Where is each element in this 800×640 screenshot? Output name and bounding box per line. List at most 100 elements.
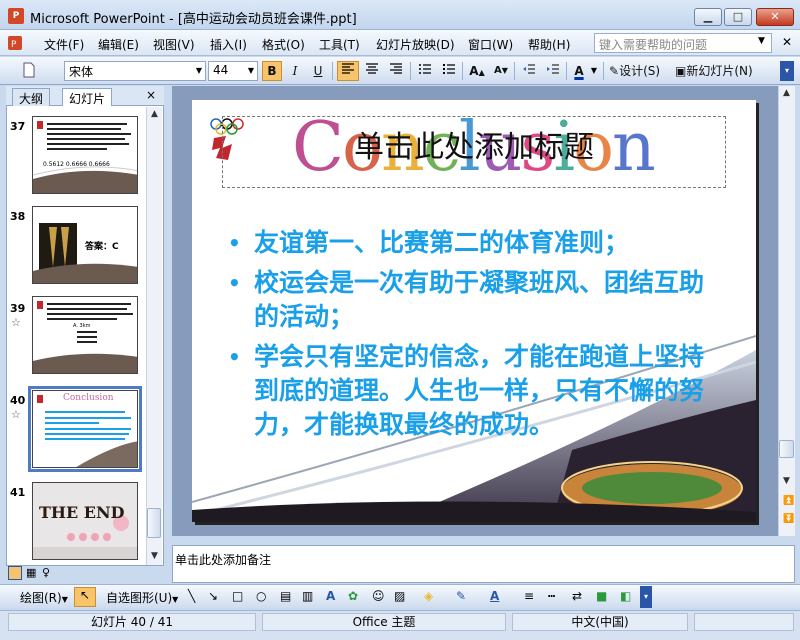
thumbnail-caption: A. 3km	[73, 323, 91, 329]
toolbar-separator	[566, 62, 567, 80]
scroll-up-icon[interactable]: ▲	[151, 109, 158, 119]
fill-color-icon[interactable]: ◈	[424, 589, 433, 603]
slides-pane-scrollbar[interactable]: ▲ ▼	[146, 107, 162, 565]
menu-insert[interactable]: 插入(I)	[210, 36, 247, 53]
bold-button[interactable]: B	[262, 61, 282, 81]
document-icon[interactable]: P	[6, 34, 32, 52]
picture-icon[interactable]: ▨	[394, 589, 405, 603]
draw-label: 绘图(R)	[20, 591, 62, 605]
chevron-down-icon: ▼	[172, 595, 179, 604]
line-color-icon[interactable]: ✎	[456, 589, 466, 603]
scroll-down-icon[interactable]: ▼	[783, 476, 790, 486]
italic-button[interactable]: I	[285, 61, 305, 81]
slide-number: 37	[10, 120, 26, 133]
select-pointer-icon[interactable]: ↖	[74, 587, 96, 607]
oval-tool-icon[interactable]: ○	[256, 589, 266, 603]
previous-slide-icon[interactable]: ⏫	[783, 496, 794, 506]
menu-edit[interactable]: 编辑(E)	[98, 36, 139, 53]
arrow-style-icon[interactable]: ⇄	[572, 589, 582, 603]
font-color-icon[interactable]: A	[490, 589, 499, 603]
next-slide-icon[interactable]: ⏬	[783, 514, 794, 524]
status-slide-position: 幻灯片 40 / 41	[8, 613, 256, 631]
current-slide[interactable]: Conclusion 单击此处添加标题 • 友谊第一、比赛第二的体育准则； • 校运…	[192, 100, 756, 522]
decrease-font-size-icon[interactable]: A▼	[490, 61, 512, 81]
slide-number: 41	[10, 486, 26, 499]
dash-style-icon[interactable]: ┅	[548, 589, 555, 603]
chevron-down-icon: ▼	[61, 595, 68, 604]
increase-font-size-icon[interactable]: A▲	[466, 61, 488, 81]
line-style-icon[interactable]: ≡	[524, 589, 534, 603]
menu-help[interactable]: 帮助(H)	[528, 36, 570, 53]
menu-window[interactable]: 窗口(W)	[468, 36, 513, 53]
bulleted-list-icon[interactable]	[438, 61, 460, 81]
toolbar-separator	[514, 62, 515, 80]
normal-view-icon[interactable]	[8, 566, 22, 580]
rectangle-tool-icon[interactable]: □	[232, 589, 243, 603]
thumbnail-caption: 答案：C	[85, 242, 119, 252]
autoshapes-button[interactable]: 自选图形(U)▼	[106, 589, 178, 606]
vertical-text-box-icon[interactable]: ▥	[302, 589, 313, 603]
new-slide-button[interactable]: ▣新幻灯片(N)	[674, 61, 762, 81]
arrow-tool-icon[interactable]: ↘	[208, 589, 218, 603]
toolbar-separator	[603, 62, 604, 80]
slide-title[interactable]: 单击此处添加标题	[222, 122, 726, 166]
font-size-select[interactable]: 44 ▼	[208, 61, 258, 81]
3d-style-icon[interactable]: ◧	[620, 589, 631, 603]
slide-thumbnail-38[interactable]: 答案：C	[32, 206, 138, 284]
tab-outline[interactable]: 大纲	[12, 88, 51, 106]
close-button[interactable]: ✕	[756, 8, 794, 26]
font-name-select[interactable]: 宋体 ▼	[64, 61, 206, 81]
chevron-down-icon[interactable]: ▼	[758, 36, 765, 46]
menu-file[interactable]: 文件(F)	[44, 36, 84, 53]
document-close-icon[interactable]: ✕	[782, 35, 792, 49]
pane-close-icon[interactable]: ×	[146, 88, 156, 102]
chevron-down-icon[interactable]: ▼	[589, 61, 599, 81]
slide-thumbnail-39[interactable]: A. 3km	[32, 296, 138, 374]
slide-thumbnail-41[interactable]: THE END	[32, 482, 138, 560]
design-button[interactable]: ✎设计(S)	[608, 61, 672, 81]
chevron-down-icon: ▼	[195, 66, 202, 75]
font-color-icon[interactable]: A	[570, 61, 588, 81]
maximize-button[interactable]: □	[724, 8, 752, 26]
slide-sorter-icon[interactable]: ▦	[26, 566, 36, 579]
slide-thumbnail-40[interactable]: Conclusion	[28, 386, 142, 472]
menu-tools[interactable]: 工具(T)	[319, 36, 360, 53]
new-slide-label: 新幻灯片(N)	[686, 64, 753, 78]
text-box-icon[interactable]: ▤	[280, 589, 291, 603]
toolbar-options-icon[interactable]: ▾	[640, 586, 652, 608]
underline-button[interactable]: U	[308, 61, 328, 81]
scroll-up-icon[interactable]: ▲	[783, 88, 790, 98]
shadow-style-icon[interactable]: ■	[596, 589, 607, 603]
minimize-button[interactable]: ▁	[694, 8, 722, 26]
help-search-input[interactable]: 键入需要帮助的问题	[594, 33, 772, 53]
menu-slideshow[interactable]: 幻灯片放映(D)	[376, 36, 455, 53]
tab-slides[interactable]: 幻灯片	[62, 88, 113, 106]
scroll-down-icon[interactable]: ▼	[151, 551, 158, 561]
numbered-list-icon[interactable]	[414, 61, 436, 81]
slideshow-icon[interactable]: ♀	[42, 566, 50, 579]
line-tool-icon[interactable]: ╲	[188, 589, 195, 603]
increase-indent-icon[interactable]	[542, 61, 564, 81]
scrollbar-thumb[interactable]	[779, 440, 794, 458]
align-center-icon[interactable]	[361, 61, 383, 81]
slide-scrollbar[interactable]: ▲ ▼ ⏫ ⏬	[778, 86, 795, 536]
draw-menu-button[interactable]: 绘图(R)▼	[20, 589, 68, 606]
bullet-list[interactable]: • 友谊第一、比赛第二的体育准则； • 校运会是一次有助于凝聚班风、团结互助的活动；…	[228, 226, 718, 448]
notes-pane[interactable]: 单击此处添加备注	[172, 545, 795, 583]
bullet-dot-icon: •	[228, 231, 241, 255]
maximize-icon: □	[732, 10, 744, 23]
new-document-icon[interactable]	[18, 61, 40, 81]
menu-format[interactable]: 格式(O)	[262, 36, 305, 53]
diagram-icon[interactable]: ✿	[348, 589, 358, 603]
toolbar-options-icon[interactable]: ▾	[780, 61, 794, 81]
scrollbar-thumb[interactable]	[147, 508, 161, 538]
decrease-indent-icon[interactable]	[518, 61, 540, 81]
powerpoint-app-icon[interactable]: P	[8, 8, 24, 24]
wordart-icon[interactable]: A	[326, 589, 335, 603]
align-left-icon[interactable]	[337, 61, 359, 81]
align-right-icon[interactable]	[385, 61, 407, 81]
menu-view[interactable]: 视图(V)	[153, 36, 195, 53]
design-label: 设计(S)	[619, 64, 661, 78]
clip-art-icon[interactable]: ☺	[372, 589, 385, 603]
slide-thumbnail-37[interactable]: 0.5612 0.6666 0.6666	[32, 116, 138, 194]
